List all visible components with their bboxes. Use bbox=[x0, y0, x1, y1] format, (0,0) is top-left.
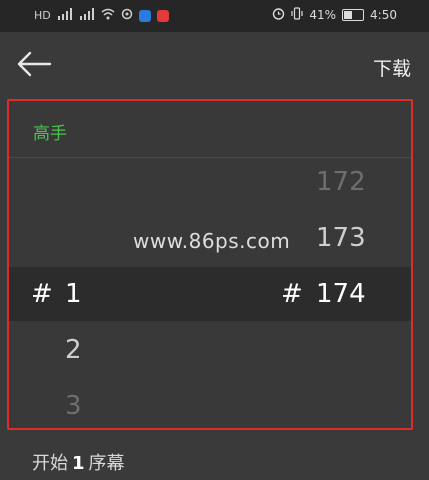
signal-icon bbox=[57, 8, 73, 24]
episode-range-picker: 高手 172 173 # 174 www.86ps.com # 1 2 3 bbox=[7, 99, 413, 430]
right-picker-item[interactable]: 173 bbox=[316, 223, 366, 253]
summary-prefix: 开始 bbox=[32, 453, 68, 474]
battery-icon bbox=[342, 9, 365, 21]
app-screen: HD 41% 4:50 下载 高手 172 173 # 174 www.86ps… bbox=[0, 0, 429, 480]
left-picker-selected[interactable]: 1 bbox=[65, 279, 82, 309]
status-bar: HD 41% 4:50 bbox=[0, 0, 429, 32]
right-selected-prefix: # bbox=[281, 279, 303, 309]
range-summary: 开始 1 序幕 bbox=[32, 449, 125, 475]
vibrate-icon bbox=[291, 7, 303, 23]
sync-icon bbox=[121, 8, 133, 24]
left-picker-item[interactable]: 3 bbox=[65, 391, 82, 421]
app-badge-blue-icon bbox=[138, 10, 151, 22]
top-app-bar: 下载 bbox=[0, 32, 429, 94]
status-right: 41% 4:50 bbox=[272, 7, 397, 23]
picker-title: 高手 bbox=[33, 124, 67, 144]
status-time: 4:50 bbox=[370, 8, 397, 22]
status-left-icons: HD bbox=[34, 8, 169, 24]
wifi-icon bbox=[101, 8, 115, 24]
right-picker-item[interactable]: 172 bbox=[316, 167, 366, 197]
download-button[interactable]: 下载 bbox=[373, 54, 411, 81]
alarm-icon bbox=[272, 7, 285, 23]
app-badge-red-icon bbox=[156, 10, 169, 22]
watermark: www.86ps.com bbox=[133, 229, 291, 253]
battery-percent: 41% bbox=[309, 8, 337, 22]
right-picker-selected[interactable]: 174 bbox=[316, 279, 366, 309]
summary-suffix: 序幕 bbox=[88, 453, 125, 474]
left-picker-item[interactable]: 2 bbox=[65, 335, 82, 365]
divider bbox=[9, 157, 411, 158]
left-selected-prefix: # bbox=[31, 279, 53, 309]
signal-icon bbox=[79, 8, 95, 24]
summary-number: 1 bbox=[72, 453, 85, 474]
arrow-left-icon[interactable] bbox=[16, 50, 52, 78]
hd-icon: HD bbox=[34, 9, 51, 22]
